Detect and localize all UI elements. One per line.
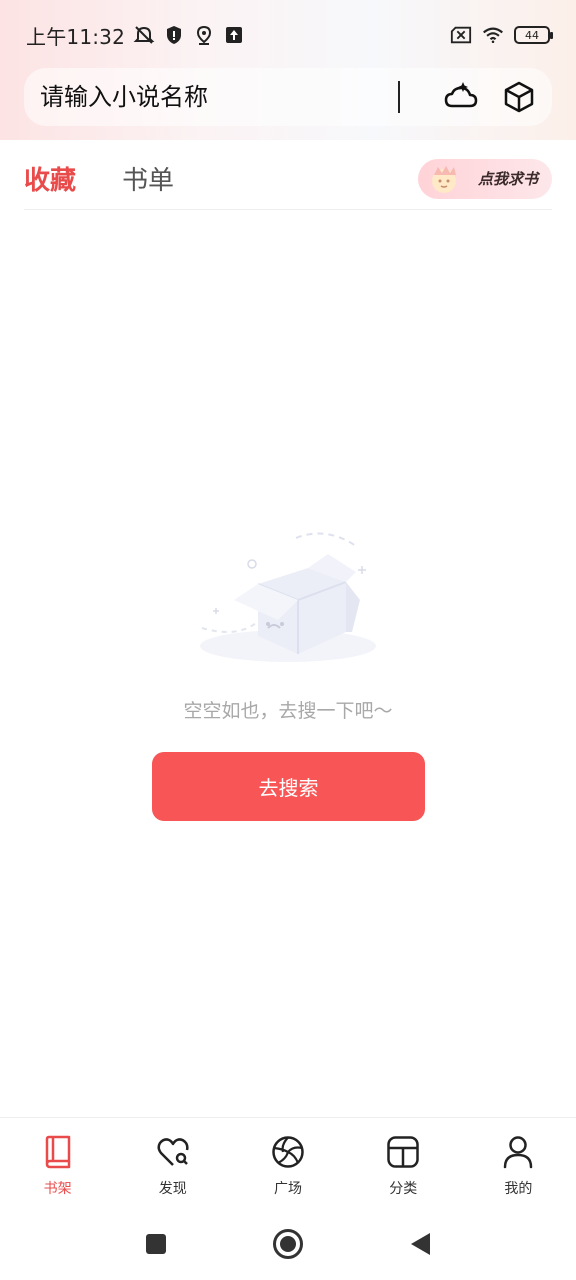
recent-apps-button[interactable]	[138, 1226, 174, 1262]
search-divider	[398, 81, 400, 113]
search-input[interactable]	[40, 83, 398, 111]
system-nav-bar	[0, 1207, 576, 1280]
empty-state-message: 空空如也，去搜一下吧～	[183, 700, 393, 722]
tab-bar: 收藏 书单 点我求书	[24, 148, 552, 210]
shield-icon	[163, 24, 185, 46]
request-book-label: 点我求书	[477, 170, 538, 188]
heart-search-icon	[155, 1134, 191, 1170]
nav-label-discover: 发现	[158, 1181, 187, 1197]
no-sim-icon	[450, 24, 472, 46]
book-icon	[40, 1134, 76, 1170]
nav-label-plaza: 广场	[274, 1181, 302, 1197]
category-icon	[385, 1134, 421, 1170]
nav-label-category: 分类	[389, 1181, 418, 1197]
nav-item-mine[interactable]: 我的	[461, 1118, 576, 1207]
notification-muted-icon	[133, 24, 155, 46]
upload-icon	[223, 24, 245, 46]
bottom-nav: 书架 发现 广场 分类 我的	[0, 1117, 576, 1207]
weather-icon[interactable]	[442, 78, 480, 116]
wifi-icon	[482, 24, 504, 46]
nav-item-category[interactable]: 分类	[346, 1118, 461, 1207]
back-button[interactable]	[402, 1226, 438, 1262]
crown-icon	[432, 165, 456, 193]
home-button[interactable]	[270, 1226, 306, 1262]
location-icon	[193, 24, 215, 46]
nav-label-mine: 我的	[504, 1181, 533, 1197]
aperture-icon	[270, 1134, 306, 1170]
nav-item-plaza[interactable]: 广场	[230, 1118, 345, 1207]
tab-favorites[interactable]: 收藏	[24, 160, 76, 197]
tab-booklists[interactable]: 书单	[122, 160, 174, 197]
go-search-button[interactable]: 去搜索	[152, 752, 425, 821]
cube-icon[interactable]	[500, 78, 538, 116]
person-icon	[500, 1134, 536, 1170]
request-book-button[interactable]: 点我求书	[418, 158, 552, 199]
nav-label-bookshelf: 书架	[43, 1181, 72, 1197]
nav-item-bookshelf[interactable]: 书架	[0, 1118, 115, 1207]
nav-item-discover[interactable]: 发现	[115, 1118, 230, 1207]
status-time: 上午11:32	[26, 24, 126, 49]
status-bar: 上午11:32 44	[0, 0, 576, 70]
search-bar	[24, 68, 552, 126]
battery-indicator: 44	[514, 26, 553, 44]
empty-box-illustration	[200, 532, 376, 662]
